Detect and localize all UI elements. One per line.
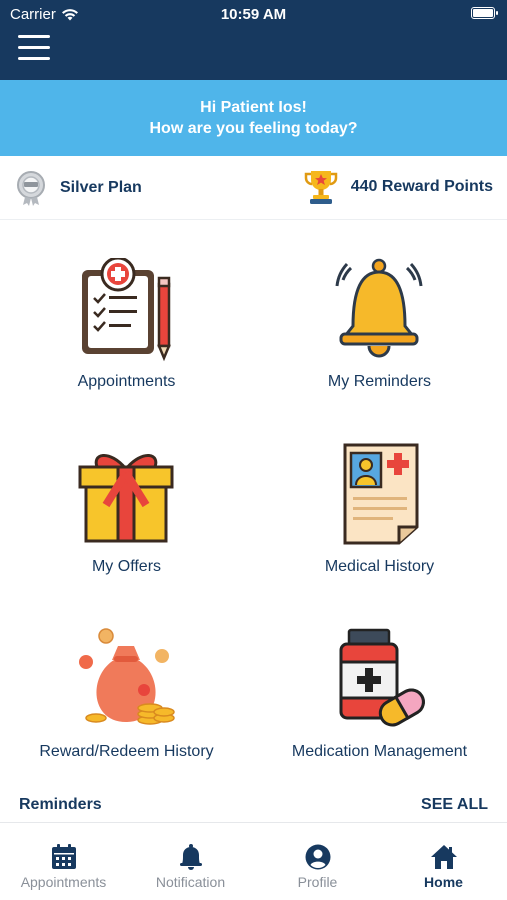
tab-profile[interactable]: Profile bbox=[254, 823, 381, 900]
menu-line-icon bbox=[18, 35, 50, 38]
home-icon bbox=[431, 845, 457, 869]
tile-label: Medication Management bbox=[291, 743, 468, 760]
trophy-icon bbox=[304, 171, 337, 204]
screen: Carrier 10:59 AM Hi Patient Ios! How are… bbox=[0, 0, 507, 900]
menu-line-icon bbox=[18, 57, 50, 60]
tile-reward-redeem-history[interactable]: Reward/Redeem History bbox=[0, 628, 253, 808]
medicine-bottle-icon bbox=[339, 628, 425, 727]
tile-appointments[interactable]: Appointments bbox=[0, 258, 253, 438]
tab-label: Profile bbox=[297, 874, 338, 890]
medical-record-icon bbox=[343, 443, 419, 545]
tile-my-reminders[interactable]: My Reminders bbox=[253, 258, 506, 438]
greeting-title: Hi Patient Ios! bbox=[200, 99, 307, 116]
top-bar: Carrier 10:59 AM bbox=[0, 0, 507, 80]
bell-icon bbox=[180, 844, 202, 870]
calendar-icon bbox=[52, 844, 76, 869]
reminders-title: Reminders bbox=[19, 796, 102, 813]
bell-icon bbox=[335, 258, 423, 358]
tile-my-offers[interactable]: My Offers bbox=[0, 443, 253, 623]
greeting-subtitle: How are you feeling today? bbox=[149, 120, 358, 137]
plan-name: Silver Plan bbox=[60, 179, 142, 196]
gift-icon bbox=[78, 454, 174, 543]
tile-label: My Reminders bbox=[327, 373, 432, 390]
tile-label: Appointments bbox=[77, 373, 176, 390]
plan-row: Silver Plan 440 Reward Points bbox=[0, 156, 507, 220]
tile-label: Medical History bbox=[324, 558, 435, 575]
menu-button[interactable] bbox=[18, 33, 50, 63]
tile-label: Reward/Redeem History bbox=[39, 743, 214, 760]
reminders-header: Reminders SEE ALL bbox=[0, 792, 507, 820]
see-all-button[interactable]: SEE ALL bbox=[421, 796, 488, 814]
tile-label: My Offers bbox=[91, 558, 162, 575]
tile-medical-history[interactable]: Medical History bbox=[253, 443, 506, 623]
battery-icon bbox=[471, 7, 498, 19]
user-icon bbox=[305, 844, 331, 870]
status-bar: Carrier 10:59 AM bbox=[0, 0, 507, 28]
tab-label: Appointments bbox=[20, 874, 107, 890]
tab-notification[interactable]: Notification bbox=[127, 823, 254, 900]
money-bag-icon bbox=[79, 628, 175, 725]
status-time: 10:59 AM bbox=[220, 6, 287, 23]
silver-medal-icon bbox=[17, 171, 45, 206]
greeting-banner: Hi Patient Ios! How are you feeling toda… bbox=[0, 80, 507, 156]
tile-medication-management[interactable]: Medication Management bbox=[253, 628, 506, 808]
reward-points[interactable]: 440 Reward Points bbox=[303, 168, 493, 206]
tab-appointments[interactable]: Appointments bbox=[0, 823, 127, 900]
tab-label: Notification bbox=[155, 874, 226, 890]
plan-info[interactable]: Silver Plan bbox=[16, 170, 142, 206]
clipboard-icon bbox=[82, 258, 171, 362]
tab-home[interactable]: Home bbox=[380, 823, 507, 900]
menu-line-icon bbox=[18, 46, 50, 49]
tab-bar: Appointments Notification Profile Home bbox=[0, 822, 507, 900]
reward-points-label: 440 Reward Points bbox=[350, 178, 493, 195]
tab-label: Home bbox=[424, 874, 463, 890]
